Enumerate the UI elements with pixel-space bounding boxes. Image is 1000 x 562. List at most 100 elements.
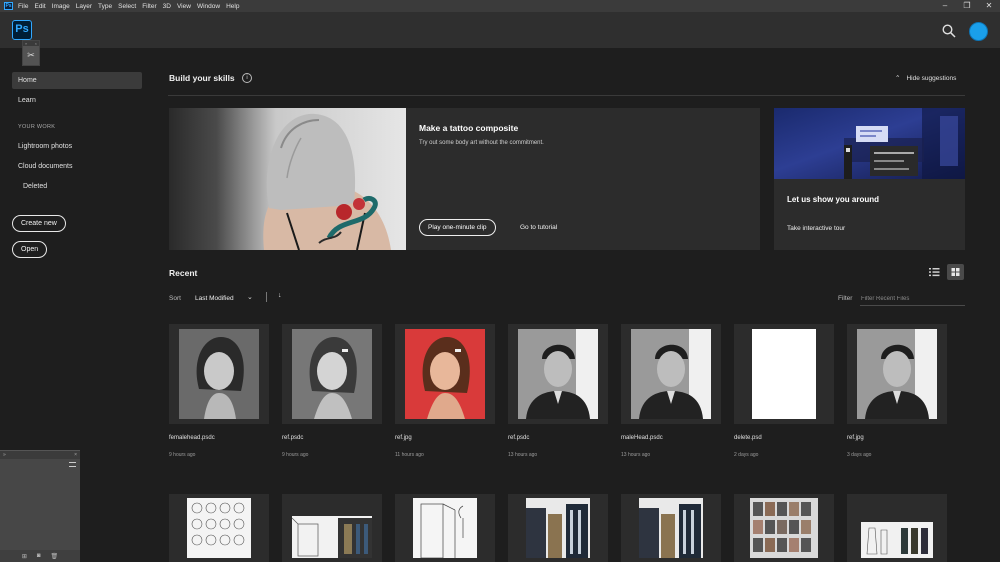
recent-file-tile[interactable] bbox=[621, 324, 721, 424]
recent-file-tile[interactable] bbox=[282, 494, 382, 562]
open-button[interactable]: Open bbox=[12, 241, 48, 258]
file-modified-time: 9 hours ago bbox=[169, 452, 196, 458]
recent-file-tile[interactable] bbox=[734, 494, 834, 562]
camera-icon[interactable]: ◙ bbox=[37, 553, 41, 559]
menu-view[interactable]: View bbox=[177, 3, 191, 10]
file-thumbnail[interactable] bbox=[518, 498, 598, 558]
restore-icon[interactable]: ❐ bbox=[956, 0, 978, 12]
play-clip-button[interactable]: Play one-minute clip bbox=[419, 219, 496, 236]
info-icon[interactable]: i bbox=[242, 73, 252, 83]
menu-help[interactable]: Help bbox=[226, 3, 239, 10]
file-thumbnail[interactable] bbox=[631, 329, 711, 419]
file-name[interactable]: ref.jpg bbox=[395, 435, 412, 441]
tour-ui-illustration bbox=[844, 108, 965, 179]
sort-direction-icon[interactable]: ↓ bbox=[278, 292, 282, 299]
trash-icon[interactable]: 🗑 bbox=[51, 553, 59, 560]
panel-titlebar[interactable]: » × bbox=[0, 451, 80, 459]
main-content: Build your skills i ⌃ Hide suggestions M… bbox=[150, 48, 1000, 562]
file-name[interactable]: femalehead.psdc bbox=[169, 435, 215, 441]
interactive-tour-link[interactable]: Take interactive tour bbox=[787, 225, 845, 232]
file-modified-time: 2 days ago bbox=[734, 452, 759, 458]
file-modified-time: 11 hours ago bbox=[395, 452, 424, 458]
sort-label: Sort bbox=[169, 295, 181, 302]
create-new-button[interactable]: Create new bbox=[12, 215, 66, 232]
file-thumbnail[interactable] bbox=[292, 329, 372, 419]
grid-view-icon bbox=[951, 268, 960, 276]
tutorial-title: Make a tattoo composite bbox=[419, 123, 519, 133]
menu-select[interactable]: Select bbox=[118, 3, 136, 10]
file-thumbnail[interactable] bbox=[857, 498, 937, 558]
avatar[interactable] bbox=[969, 22, 988, 41]
new-group-icon[interactable]: ⊞ bbox=[22, 553, 27, 560]
tour-title: Let us show you around bbox=[787, 195, 880, 204]
file-thumbnail[interactable] bbox=[631, 498, 711, 558]
sidebar-item-deleted[interactable]: Deleted bbox=[12, 178, 142, 195]
filter-input[interactable] bbox=[860, 292, 965, 306]
recent-file-tile[interactable] bbox=[847, 324, 947, 424]
file-thumbnail[interactable] bbox=[405, 329, 485, 419]
tools-icon[interactable]: ✂ bbox=[23, 46, 39, 64]
menu-image[interactable]: Image bbox=[52, 3, 70, 10]
recent-file-tile[interactable] bbox=[282, 324, 382, 424]
recent-file-tile[interactable] bbox=[508, 494, 608, 562]
file-modified-time: 3 days ago bbox=[847, 452, 872, 458]
chevron-down-icon[interactable]: ⌄ bbox=[247, 293, 253, 301]
menu-bar: Ps File Edit Image Layer Type Select Fil… bbox=[0, 0, 1000, 12]
file-thumbnail[interactable] bbox=[857, 329, 937, 419]
recent-file-tile[interactable] bbox=[508, 324, 608, 424]
hide-suggestions-label: Hide suggestions bbox=[906, 75, 957, 82]
file-name[interactable]: maleHead.psdc bbox=[621, 435, 663, 441]
grid-view-button[interactable] bbox=[947, 264, 964, 280]
menu-edit[interactable]: Edit bbox=[34, 3, 45, 10]
file-thumbnail[interactable] bbox=[518, 329, 598, 419]
photoshop-mini-icon: Ps bbox=[4, 2, 13, 10]
recent-file-tile[interactable] bbox=[169, 494, 269, 562]
menu-3d[interactable]: 3D bbox=[163, 3, 171, 10]
panel-menu-icon[interactable] bbox=[69, 462, 76, 467]
list-view-icon[interactable] bbox=[926, 264, 942, 280]
file-modified-time: 9 hours ago bbox=[282, 452, 309, 458]
recent-file-tile[interactable] bbox=[169, 324, 269, 424]
filter-label: Filter bbox=[838, 295, 853, 302]
sidebar-item-learn[interactable]: Learn bbox=[12, 92, 142, 109]
sidebar-item-home[interactable]: Home bbox=[12, 72, 142, 89]
file-modified-time: 13 hours ago bbox=[508, 452, 538, 458]
file-name[interactable]: delete.psd bbox=[734, 435, 762, 441]
close-icon[interactable]: ✕ bbox=[978, 0, 1000, 12]
floating-tools-panel[interactable]: » × ✂ bbox=[22, 40, 40, 66]
menu-filter[interactable]: Filter bbox=[142, 3, 156, 10]
menu-layer[interactable]: Layer bbox=[76, 3, 92, 10]
hide-suggestions-button[interactable]: ⌃ Hide suggestions bbox=[895, 74, 956, 82]
file-name[interactable]: ref.jpg bbox=[847, 435, 864, 441]
file-thumbnail[interactable] bbox=[179, 329, 259, 419]
sidebar-item-lightroom-photos[interactable]: Lightroom photos bbox=[12, 138, 142, 155]
file-thumbnail[interactable] bbox=[744, 329, 824, 419]
tutorial-card[interactable]: Make a tattoo composite Try out some bod… bbox=[169, 108, 760, 250]
menu-file[interactable]: File bbox=[18, 3, 28, 10]
sidebar-item-cloud-documents[interactable]: Cloud documents bbox=[12, 158, 142, 175]
recent-file-tile[interactable] bbox=[621, 494, 721, 562]
panel-footer: ⊞ ◙ 🗑 bbox=[0, 550, 80, 562]
file-thumbnail[interactable] bbox=[179, 498, 259, 558]
recent-file-tile[interactable] bbox=[395, 494, 495, 562]
recent-file-tile[interactable] bbox=[734, 324, 834, 424]
search-icon[interactable] bbox=[942, 24, 956, 38]
menu-window[interactable]: Window bbox=[197, 3, 220, 10]
photoshop-logo[interactable]: Ps bbox=[12, 20, 32, 40]
tutorial-thumbnail[interactable] bbox=[169, 108, 406, 250]
file-name[interactable]: ref.psdc bbox=[508, 435, 529, 441]
tour-thumbnail[interactable] bbox=[774, 108, 965, 179]
sort-dropdown[interactable]: Last Modified bbox=[195, 295, 234, 302]
file-name[interactable]: ref.psdc bbox=[282, 435, 303, 441]
minimize-icon[interactable]: – bbox=[934, 0, 956, 12]
menu-type[interactable]: Type bbox=[98, 3, 112, 10]
file-thumbnail[interactable] bbox=[744, 498, 824, 558]
file-thumbnail[interactable] bbox=[292, 498, 372, 558]
sidebar-section-your-work: YOUR WORK bbox=[18, 124, 56, 130]
go-to-tutorial-link[interactable]: Go to tutorial bbox=[520, 224, 557, 231]
recent-file-tile[interactable] bbox=[395, 324, 495, 424]
tour-card[interactable]: Let us show you around Take interactive … bbox=[774, 108, 965, 250]
tutorial-description: Try out some body art without the commit… bbox=[419, 140, 544, 146]
recent-file-tile[interactable] bbox=[847, 494, 947, 562]
file-thumbnail[interactable] bbox=[405, 498, 485, 558]
